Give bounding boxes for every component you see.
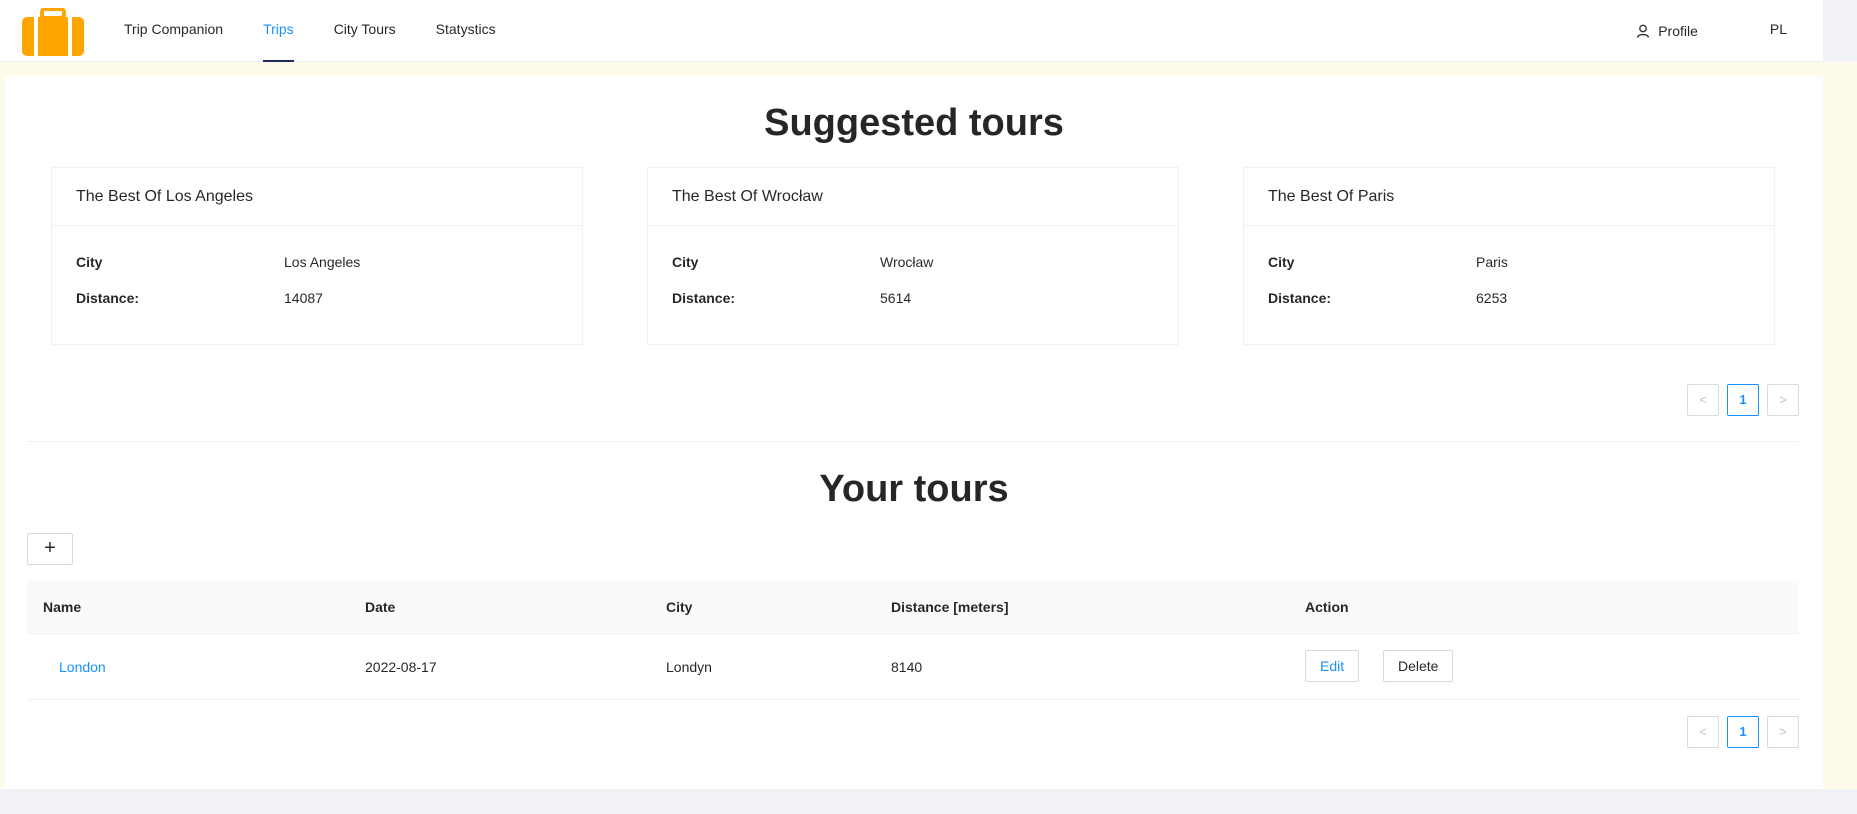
column-header-distance: Distance [meters] [891,599,1009,615]
suitcase-icon[interactable] [22,8,84,56]
language-switch[interactable]: PL [1718,0,1823,62]
tour-name-link[interactable]: London [59,634,106,700]
nav-trip-companion[interactable]: Trip Companion [104,0,243,62]
page-frame: Suggested tours The Best Of Los Angeles … [0,62,1857,789]
suggested-tours-title: Suggested tours [764,102,1064,144]
tour-city: Londyn [666,659,712,675]
nav-trips[interactable]: Trips [243,0,314,62]
column-header-action: Action [1305,599,1349,615]
city-value: Los Angeles [284,254,361,270]
column-header-city: City [666,599,693,615]
user-icon [1636,24,1650,38]
column-header-date: Date [365,599,396,615]
tours-table: Name Date City Distance [meters] Action … [27,580,1799,700]
prev-page-button[interactable]: < [1687,716,1719,748]
page-1-button[interactable]: 1 [1727,384,1759,416]
tour-distance: 8140 [891,659,923,675]
tour-date: 2022-08-17 [365,659,437,675]
city-value: Paris [1476,254,1508,270]
page-1-button[interactable]: 1 [1727,716,1759,748]
nav-city-tours[interactable]: City Tours [314,0,416,62]
column-header-name: Name [43,599,82,615]
next-page-button[interactable]: > [1767,716,1799,748]
top-header: Trip Companion Trips City Tours Statysti… [0,0,1823,62]
profile-menu[interactable]: Profile [1616,0,1718,62]
city-label: City [1268,254,1295,270]
delete-button[interactable]: Delete [1383,650,1454,682]
main-nav: Trip Companion Trips City Tours Statysti… [104,0,516,62]
city-value: Wrocław [880,254,934,270]
tour-card[interactable]: The Best Of Paris City Paris Distance: 6… [1243,167,1775,345]
nav-statystics[interactable]: Statystics [416,0,516,62]
table-header: Name Date City Distance [meters] Action [27,580,1799,634]
card-title: The Best Of Paris [1244,168,1774,226]
prev-page-button[interactable]: < [1687,384,1719,416]
header-right: Profile PL [1616,0,1823,62]
next-page-button[interactable]: > [1767,384,1799,416]
distance-label: Distance: [76,290,140,306]
suggested-pagination: < 1 > [1687,384,1799,416]
city-label: City [672,254,699,270]
tour-card[interactable]: The Best Of Wrocław City Wrocław Distanc… [647,167,1179,345]
your-tours-title: Your tours [819,468,1009,510]
card-title: The Best Of Wrocław [648,168,1178,226]
your-tours-pagination: < 1 > [1687,716,1799,748]
table-row: London 2022-08-17 Londyn 8140 Edit Delet… [27,634,1799,700]
distance-label: Distance: [672,290,736,306]
tour-card[interactable]: The Best Of Los Angeles City Los Angeles… [51,167,583,345]
distance-value: 14087 [284,290,323,306]
distance-label: Distance: [1268,290,1332,306]
distance-value: 5614 [880,290,912,306]
profile-label: Profile [1658,23,1698,39]
city-label: City [76,254,103,270]
edit-button[interactable]: Edit [1305,650,1360,682]
distance-value: 6253 [1476,290,1508,306]
add-tour-button[interactable]: + [27,533,73,565]
card-title: The Best Of Los Angeles [52,168,582,226]
section-divider [27,441,1799,442]
main-content: Suggested tours The Best Of Los Angeles … [5,76,1823,789]
